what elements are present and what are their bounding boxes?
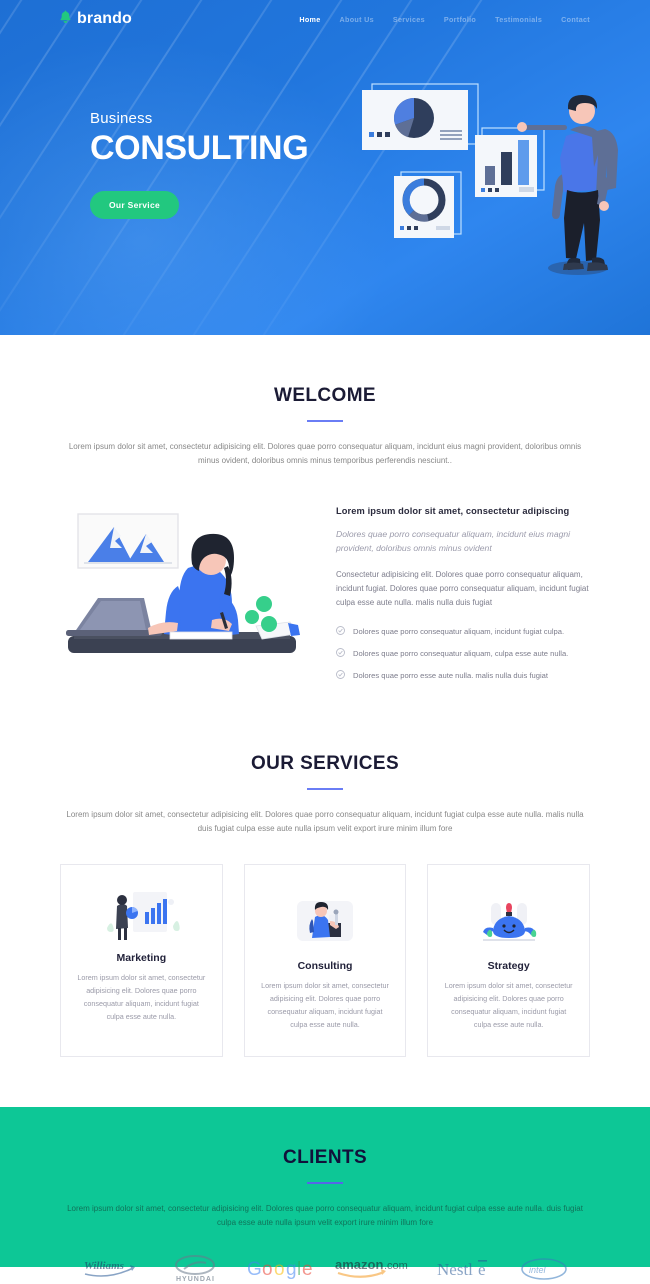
checklist-item-label: Dolores quae porro consequatur aliquam, … <box>353 649 569 659</box>
welcome-title: WELCOME <box>273 385 376 406</box>
svg-text:G: G <box>247 1259 262 1280</box>
hero-title: CONSULTING <box>90 129 309 167</box>
strategy-character-icon <box>444 895 573 951</box>
service-cards: Marketing Lorem ipsum dolor sit amet, co… <box>60 864 591 1058</box>
services-title: OUR SERVICES <box>250 753 400 775</box>
welcome-text-column: Lorem ipsum dolor sit amet, consectetur … <box>336 502 590 681</box>
check-circle-icon <box>336 626 345 637</box>
checklist-item: Dolores quae porro consequatur aliquam, … <box>336 626 590 637</box>
hero-copy: Business CONSULTING Our Service <box>0 38 650 220</box>
checklist-item-label: Dolores quae porro esse aute nulla. mali… <box>353 671 549 681</box>
brand-logo[interactable]: brando <box>60 10 132 28</box>
clients-title: CLIENTS <box>282 1147 368 1169</box>
service-card-body: Lorem ipsum dolor sit amet, consectetur … <box>444 981 573 1030</box>
svg-text:o: o <box>274 1259 285 1280</box>
checklist-item: Dolores quae porro consequatur aliquam, … <box>336 648 590 659</box>
nav-item-services[interactable]: Services <box>393 15 425 24</box>
svg-text:HYUNDAI: HYUNDAI <box>176 1276 215 1283</box>
service-card-title: Marketing <box>116 952 167 965</box>
svg-text:Nestl: Nestl <box>437 1260 473 1279</box>
nav-links: Home About Us Services Portfolio Testimo… <box>299 15 590 24</box>
clients-section: CLIENTS Lorem ipsum dolor sit amet, cons… <box>0 1107 650 1283</box>
check-circle-icon <box>336 670 345 681</box>
hero-subtitle: Business <box>90 110 153 127</box>
client-logo-williams: Williams <box>82 1256 144 1282</box>
our-service-button[interactable]: Our Service <box>90 191 180 220</box>
bell-icon <box>60 10 71 28</box>
nav-item-portfolio[interactable]: Portfolio <box>444 15 476 24</box>
clients-description: Lorem ipsum dolor sit amet, consectetur … <box>67 1204 583 1228</box>
main-navbar: brando Home About Us Services Portfolio … <box>0 0 650 38</box>
svg-text:.com: .com <box>384 1260 408 1272</box>
welcome-illustration <box>60 502 310 678</box>
client-logo-nestle: Nestl e <box>436 1257 498 1281</box>
welcome-italic-text: Dolores quae porro consequatur aliquam, … <box>336 529 571 554</box>
service-card-strategy[interactable]: Strategy Lorem ipsum dolor sit amet, con… <box>427 864 591 1058</box>
check-circle-icon <box>336 648 345 659</box>
service-card-title: Strategy <box>487 960 530 973</box>
service-card-consulting[interactable]: Consulting Lorem ipsum dolor sit amet, c… <box>243 864 407 1058</box>
services-title-rule <box>307 788 343 791</box>
checklist-item-label: Dolores quae porro consequatur aliquam, … <box>353 627 565 637</box>
svg-text:intel: intel <box>529 1265 547 1275</box>
welcome-heading: Lorem ipsum dolor sit amet, consectetur … <box>336 506 570 516</box>
nav-item-home[interactable]: Home <box>299 15 320 24</box>
client-logo-intel: intel <box>520 1257 568 1281</box>
marketing-chart-icon <box>77 887 206 943</box>
client-logo-row: Williams HYUNDAI G o o g l e amazon .com… <box>60 1254 590 1284</box>
nav-item-testimonials[interactable]: Testimonials <box>495 15 542 24</box>
welcome-body-text: Consectetur adipisicing elit. Dolores qu… <box>336 570 589 608</box>
svg-text:Williams: Williams <box>84 1260 124 1272</box>
welcome-checklist: Dolores quae porro consequatur aliquam, … <box>336 626 590 681</box>
nav-item-contact[interactable]: Contact <box>561 15 590 24</box>
service-card-title: Consulting <box>297 960 353 973</box>
hero-section: brando Home About Us Services Portfolio … <box>0 0 650 335</box>
services-description: Lorem ipsum dolor sit amet, consectetur … <box>66 810 584 834</box>
client-logo-hyundai: HYUNDAI <box>166 1254 224 1284</box>
svg-text:e: e <box>478 1260 486 1279</box>
svg-text:g: g <box>286 1259 297 1280</box>
checklist-item: Dolores quae porro esse aute nulla. mali… <box>336 670 590 681</box>
svg-text:e: e <box>302 1259 312 1280</box>
svg-text:amazon: amazon <box>335 1257 383 1272</box>
client-logo-amazon: amazon .com <box>334 1256 414 1282</box>
service-card-marketing[interactable]: Marketing Lorem ipsum dolor sit amet, co… <box>60 864 223 1058</box>
nav-item-about-us[interactable]: About Us <box>340 15 374 24</box>
welcome-title-rule <box>307 420 343 422</box>
welcome-section: WELCOME Lorem ipsum dolor sit amet, cons… <box>0 335 650 681</box>
service-card-body: Lorem ipsum dolor sit amet, consectetur … <box>261 981 389 1030</box>
client-logo-google: G o o g l e <box>246 1257 312 1281</box>
clients-title-rule <box>307 1182 343 1185</box>
consulting-presenter-icon <box>261 895 390 951</box>
service-card-body: Lorem ipsum dolor sit amet, consectetur … <box>77 973 206 1022</box>
svg-text:o: o <box>262 1259 273 1280</box>
svg-text:l: l <box>297 1259 301 1280</box>
welcome-description: Lorem ipsum dolor sit amet, consectetur … <box>68 442 582 465</box>
brand-name: brando <box>77 10 132 27</box>
services-section: OUR SERVICES Lorem ipsum dolor sit amet,… <box>0 681 650 1058</box>
